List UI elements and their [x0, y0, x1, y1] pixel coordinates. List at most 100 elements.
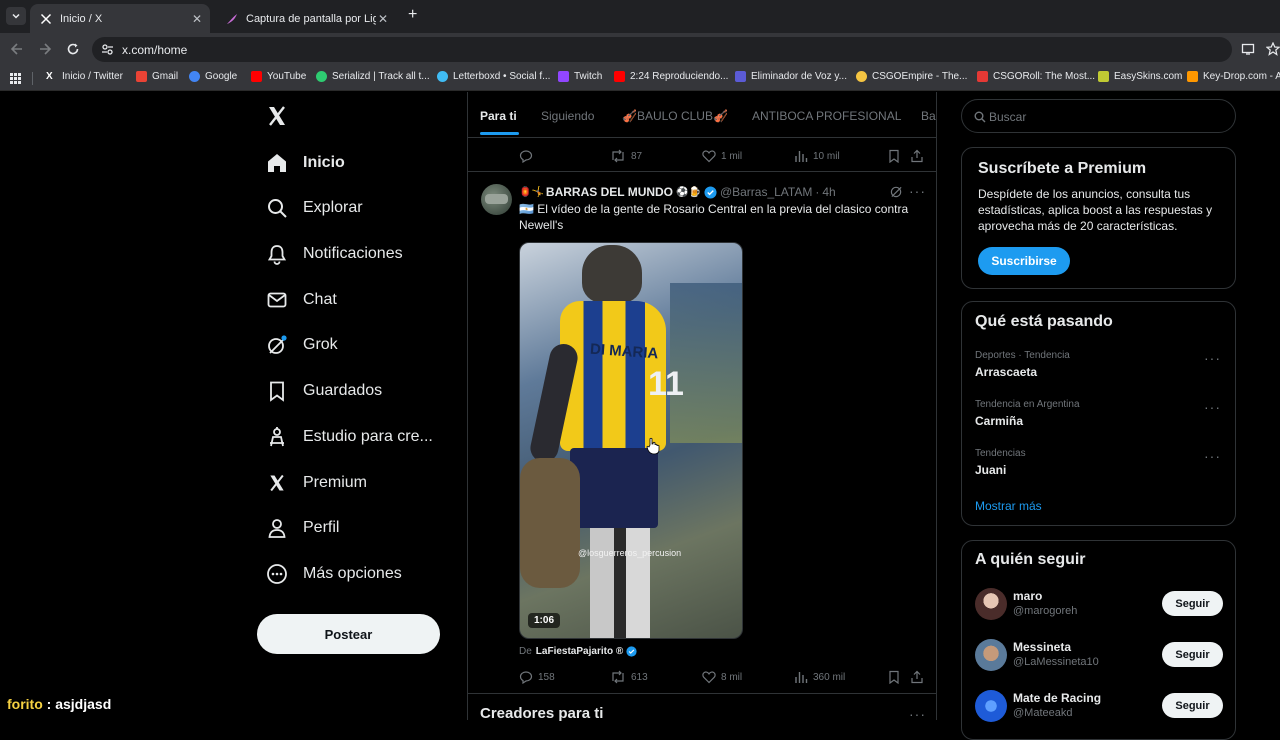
- like-button[interactable]: 1 mil: [702, 149, 742, 163]
- trend-category: Deportes · Tendencia: [975, 350, 1070, 361]
- trend-item[interactable]: Tendencia en Argentina Carmiña ···: [962, 395, 1235, 439]
- tweet-avatar[interactable]: [481, 184, 512, 215]
- share-icon[interactable]: [910, 670, 924, 684]
- nav-estudio-creadores[interactable]: Estudio para cre...: [265, 420, 433, 454]
- close-icon[interactable]: ✕: [192, 12, 202, 26]
- video-person-head: [582, 245, 642, 303]
- easyskins-icon: [1098, 71, 1109, 82]
- bookmark-youtube[interactable]: YouTube: [251, 71, 306, 82]
- reply-button[interactable]: 158: [519, 670, 555, 684]
- trends-title: Qué está pasando: [975, 313, 1113, 330]
- views-button[interactable]: 10 mil: [794, 149, 840, 163]
- bookmark-gmail[interactable]: Gmail: [136, 71, 178, 82]
- source-prefix: De: [519, 646, 532, 657]
- avatar[interactable]: [975, 588, 1007, 620]
- author-emoji-prefix: 🏮🤸: [519, 186, 544, 198]
- bookmark-csgoempire[interactable]: CSGOEmpire - The...: [856, 71, 967, 82]
- bookmark-icon[interactable]: [887, 149, 901, 163]
- feed-tabs-divider: [468, 137, 936, 138]
- bookmark-youtube-playing[interactable]: 2:24 Reproduciendo...: [614, 71, 728, 82]
- views-button[interactable]: 360 mil: [794, 670, 845, 684]
- nav-explorar[interactable]: Explorar: [265, 191, 363, 225]
- follow-name[interactable]: maro: [1013, 589, 1042, 603]
- tweet-header: 🏮🤸 BARRAS DEL MUNDO ⚽🍺 @Barras_LATAM · 4…: [519, 184, 919, 200]
- star-icon[interactable]: [1266, 42, 1280, 56]
- bookmarks-bar: X Inicio / Twitter Gmail Google YouTube S…: [0, 66, 1280, 91]
- bookmark-letterboxd[interactable]: Letterboxd • Social f...: [437, 71, 550, 82]
- nav-inicio[interactable]: Inicio: [265, 146, 345, 180]
- tab-siguiendo[interactable]: Siguiendo: [541, 109, 594, 123]
- video-shorts: [570, 448, 658, 528]
- source-name[interactable]: LaFiestaPajarito ®: [536, 646, 623, 657]
- cast-icon[interactable]: [1241, 42, 1255, 56]
- author-handle[interactable]: @Barras_LATAM: [720, 185, 812, 199]
- more-options-icon[interactable]: ···: [1204, 399, 1221, 415]
- address-bar[interactable]: x.com/home: [92, 37, 1232, 62]
- bookmark-easyskins[interactable]: EasySkins.com: [1098, 71, 1182, 82]
- tweet-time[interactable]: 4h: [822, 185, 835, 199]
- subscribe-button[interactable]: Suscribirse: [978, 247, 1070, 275]
- like-button[interactable]: 8 mil: [702, 670, 742, 684]
- bookmark-twitch[interactable]: Twitch: [558, 71, 602, 82]
- follow-button[interactable]: Seguir: [1162, 642, 1223, 667]
- tab-baulo-club[interactable]: 🎻BAULO CLUB🎻: [622, 109, 728, 123]
- bookmark-voice-remover[interactable]: Eliminador de Voz y...: [735, 71, 847, 82]
- reload-icon[interactable]: [66, 42, 80, 56]
- browser-tab-bar: Inicio / X ✕ Captura de pantalla por Lig…: [0, 0, 1280, 33]
- video-mural-stripe: [670, 283, 742, 443]
- author-name[interactable]: BARRAS DEL MUNDO: [546, 185, 673, 199]
- verified-badge-icon: [704, 185, 717, 199]
- browser-tab-x-home[interactable]: Inicio / X ✕: [30, 4, 210, 33]
- trend-item[interactable]: Deportes · Tendencia Arrascaeta ···: [962, 346, 1235, 390]
- chevron-down-icon: [12, 13, 20, 19]
- grok-icon[interactable]: [890, 185, 903, 198]
- nav-chat[interactable]: Chat: [265, 283, 337, 317]
- apps-grid-icon[interactable]: [10, 73, 21, 84]
- retweet-icon: [612, 149, 624, 163]
- retweet-button[interactable]: 613: [610, 670, 648, 684]
- follow-button[interactable]: Seguir: [1162, 693, 1223, 718]
- tab-para-ti[interactable]: Para ti: [480, 109, 517, 123]
- trend-item[interactable]: Tendencias Juani ···: [962, 444, 1235, 488]
- nav-premium[interactable]: Premium: [265, 466, 367, 500]
- nav-notificaciones[interactable]: Notificaciones: [265, 237, 403, 271]
- follow-name[interactable]: Messineta: [1013, 640, 1071, 654]
- back-arrow-icon[interactable]: [10, 42, 24, 56]
- more-options-icon[interactable]: ···: [909, 183, 926, 199]
- tweet-video[interactable]: DI MARIA 11 @losguerreros_percusion 1:06: [519, 242, 743, 639]
- x-logo-link[interactable]: [265, 104, 291, 130]
- nav-grok[interactable]: Grok: [265, 328, 338, 362]
- search-box[interactable]: Buscar: [961, 99, 1236, 133]
- share-icon[interactable]: [910, 149, 924, 163]
- retweet-button[interactable]: 87: [610, 149, 642, 163]
- bookmark-serializd[interactable]: Serializd | Track all t...: [316, 71, 430, 82]
- bookmark-icon[interactable]: [887, 670, 901, 684]
- follow-name[interactable]: Mate de Racing: [1013, 691, 1101, 705]
- author-emoji-suffix: ⚽🍺: [676, 186, 701, 198]
- site-settings-icon[interactable]: [101, 43, 114, 56]
- bookmark-keydrop[interactable]: Key-Drop.com - Al: [1187, 71, 1280, 82]
- tab-list-dropdown-button[interactable]: [6, 7, 26, 25]
- more-options-icon[interactable]: ···: [1204, 350, 1221, 366]
- avatar[interactable]: [975, 690, 1007, 722]
- bookmark-inicio-twitter[interactable]: X Inicio / Twitter: [46, 71, 123, 82]
- tab-antiboca-profesional[interactable]: ANTIBOCA PROFESIONAL: [752, 109, 901, 123]
- avatar[interactable]: [975, 639, 1007, 671]
- creator-studio-icon: [265, 425, 289, 449]
- nav-mas-opciones[interactable]: Más opciones: [265, 557, 402, 591]
- browser-tab-lightshot[interactable]: Captura de pantalla por Lightsh ✕: [216, 4, 396, 33]
- show-more-link[interactable]: Mostrar más: [975, 499, 1042, 513]
- new-tab-button[interactable]: +: [408, 6, 417, 24]
- nav-perfil[interactable]: Perfil: [265, 511, 339, 545]
- post-button[interactable]: Postear: [257, 614, 440, 654]
- forward-arrow-icon[interactable]: [38, 42, 52, 56]
- close-icon[interactable]: ✕: [378, 12, 388, 26]
- youtube-icon: [251, 71, 262, 82]
- reply-button[interactable]: [519, 149, 538, 163]
- more-options-icon[interactable]: ···: [1204, 448, 1221, 464]
- tab-ba[interactable]: Ba: [921, 109, 936, 123]
- follow-button[interactable]: Seguir: [1162, 591, 1223, 616]
- bookmark-csgoroll[interactable]: CSGORoll: The Most...: [977, 71, 1095, 82]
- bookmark-google[interactable]: Google: [189, 71, 237, 82]
- nav-guardados[interactable]: Guardados: [265, 374, 382, 408]
